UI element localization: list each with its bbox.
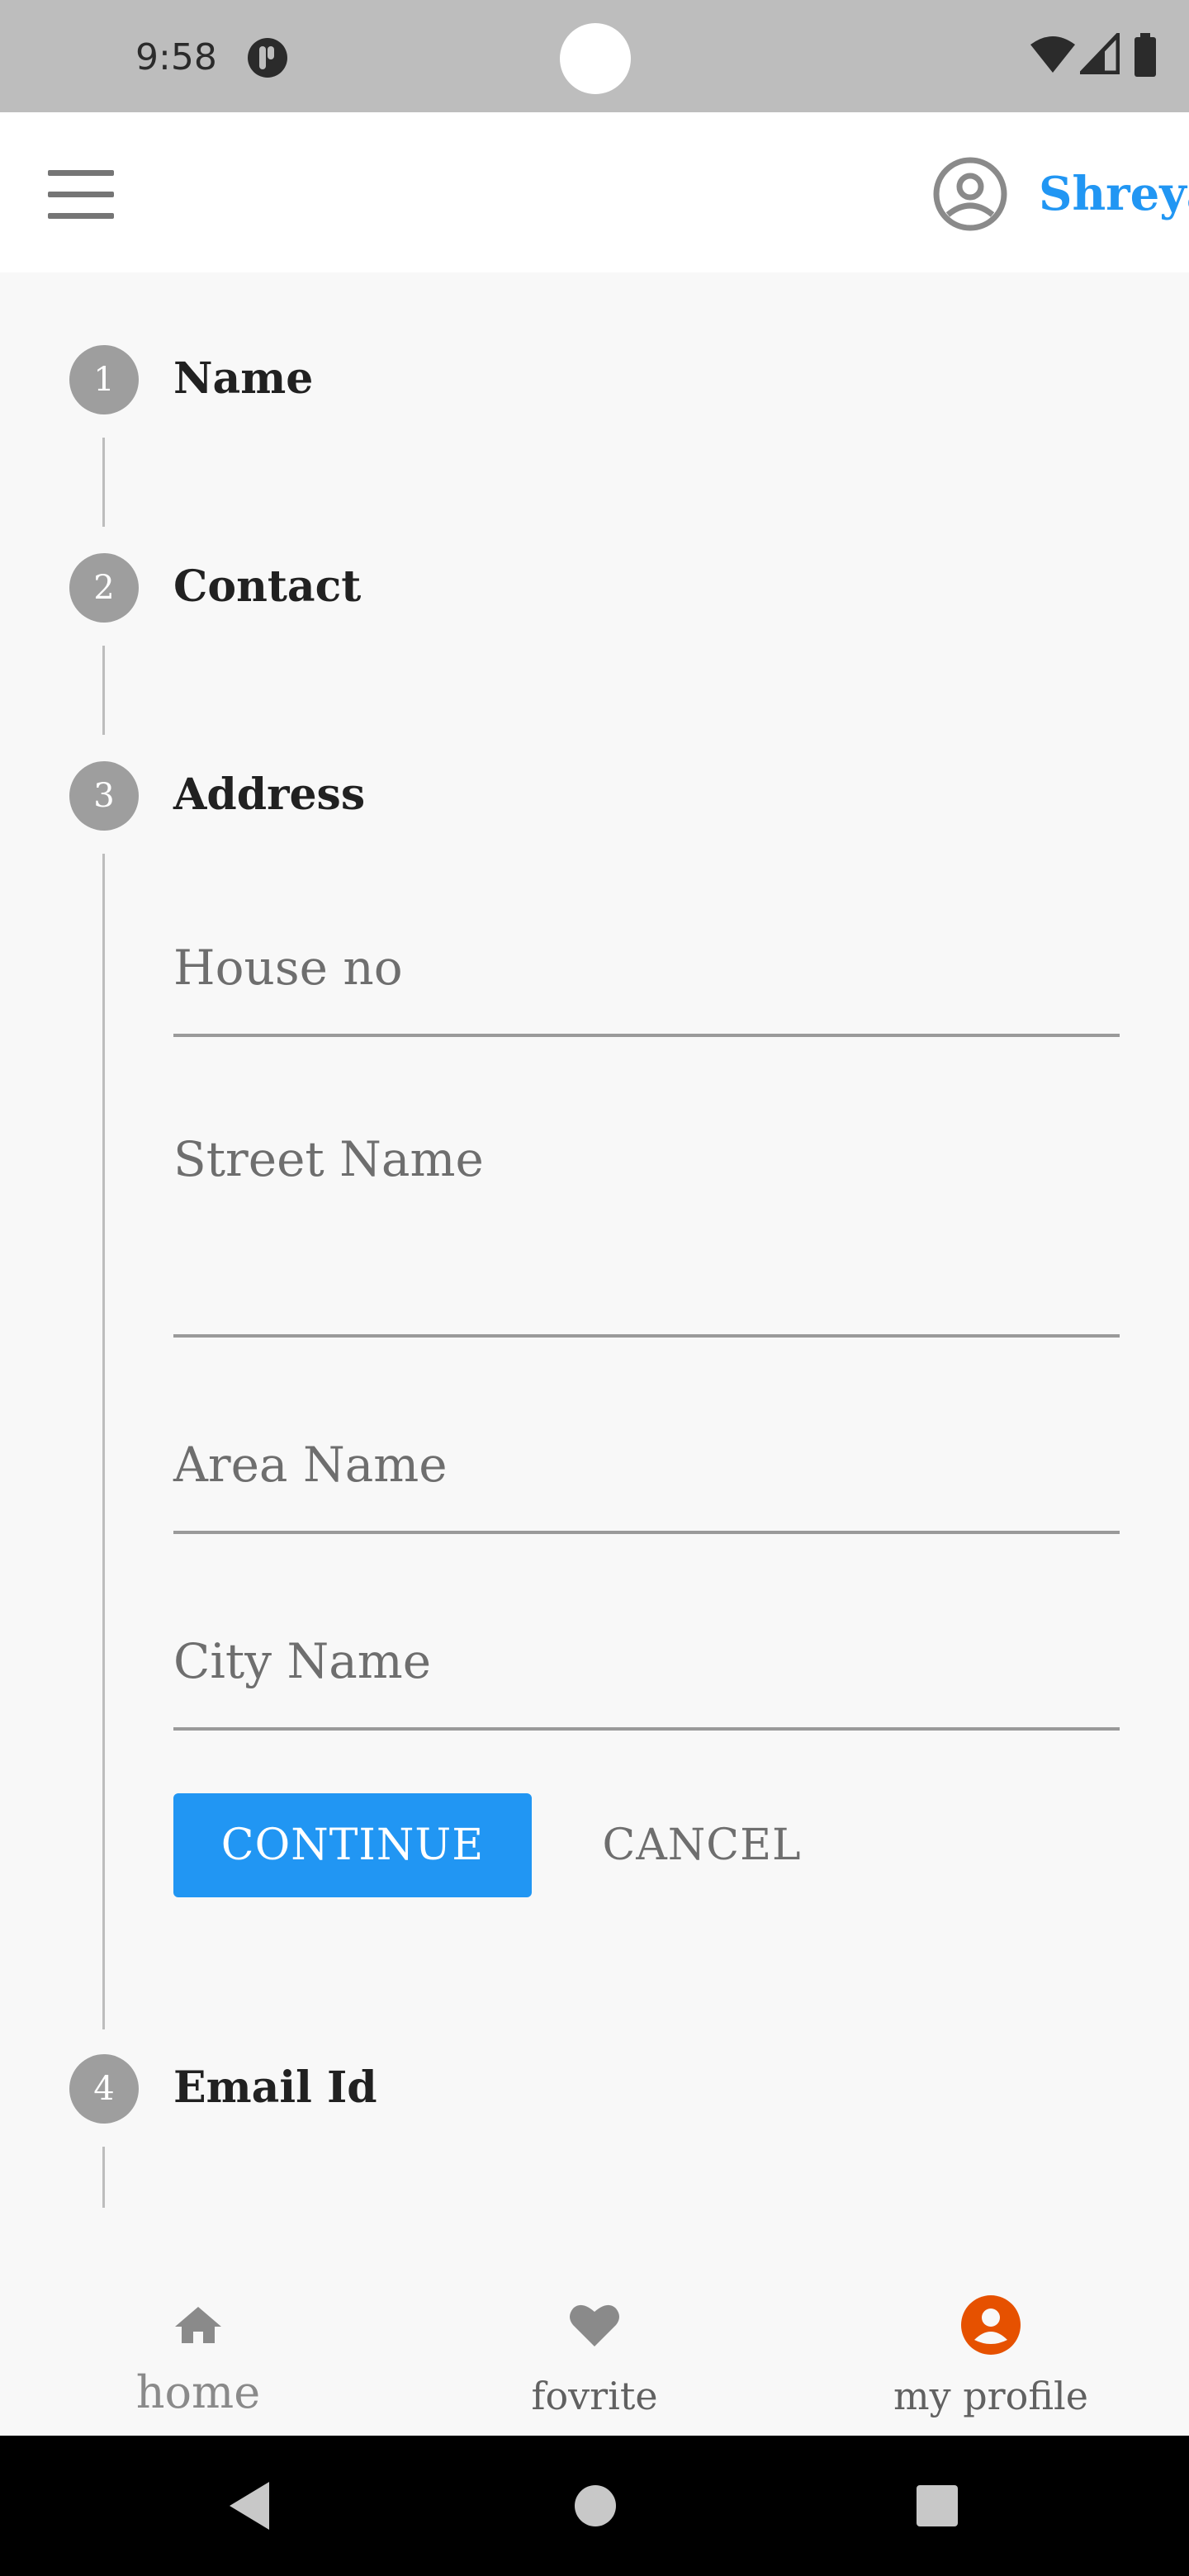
nav-item-fovrite[interactable]: fovrite (396, 2229, 793, 2436)
step-3-badge[interactable]: 3 (69, 761, 139, 831)
status-bar: 9:58 (0, 0, 1189, 112)
home-circle-icon[interactable] (566, 2477, 624, 2535)
step-2-title[interactable]: Contact (173, 558, 361, 616)
step-connector (102, 438, 105, 527)
city-name-underline (173, 1727, 1120, 1731)
heart-icon (570, 2304, 619, 2346)
status-icons (1029, 33, 1169, 79)
nav-item-home[interactable]: home (0, 2229, 396, 2436)
profile-icon (961, 2295, 1021, 2355)
step-1-badge[interactable]: 1 (69, 345, 139, 414)
street-name-underline (173, 1334, 1120, 1338)
recents-icon[interactable] (908, 2477, 966, 2535)
step-2-badge[interactable]: 2 (69, 553, 139, 623)
app-notification-icon (248, 38, 287, 78)
bottom-navigation: home fovrite my profile (0, 2229, 1189, 2436)
step-3-title[interactable]: Address (173, 766, 365, 824)
nav-label-home: home (135, 2366, 261, 2418)
account-circle-icon[interactable] (931, 155, 1009, 233)
app-bar: Shreya (0, 112, 1189, 272)
nav-label-my-profile: my profile (893, 2374, 1088, 2418)
step-connector (102, 854, 105, 2029)
hamburger-menu-icon[interactable] (40, 167, 122, 225)
camera-cutout (560, 23, 631, 94)
house-no-field[interactable]: House no (173, 935, 403, 1001)
street-name-field[interactable]: Street Name (173, 1126, 484, 1192)
status-time: 9:58 (135, 36, 217, 78)
cancel-button[interactable]: CANCEL (594, 1793, 809, 1897)
continue-button[interactable]: CONTINUE (173, 1793, 532, 1897)
battery-icon (1135, 33, 1156, 77)
area-name-field[interactable]: Area Name (173, 1432, 448, 1498)
wifi-icon (1030, 36, 1075, 73)
area-name-underline (173, 1531, 1120, 1534)
signal-icon (1080, 33, 1120, 74)
step-4-title[interactable]: Email Id (173, 2059, 377, 2117)
step-connector (102, 646, 105, 735)
nav-item-my-profile[interactable]: my profile (793, 2229, 1189, 2436)
screen: 9:58 Shrey 1 Name 2 Contact 3 Address Ho… (0, 0, 1189, 2576)
city-name-field[interactable]: City Name (173, 1628, 431, 1694)
home-icon (175, 2307, 221, 2343)
step-connector (102, 2147, 105, 2208)
back-icon[interactable] (221, 2477, 279, 2535)
step-4-badge[interactable]: 4 (69, 2054, 139, 2124)
house-no-underline (173, 1034, 1120, 1037)
step-1-title[interactable]: Name (173, 350, 313, 408)
system-navigation-bar (0, 2436, 1189, 2576)
user-name[interactable]: Shreya (1039, 165, 1189, 223)
nav-label-fovrite: fovrite (531, 2374, 658, 2418)
